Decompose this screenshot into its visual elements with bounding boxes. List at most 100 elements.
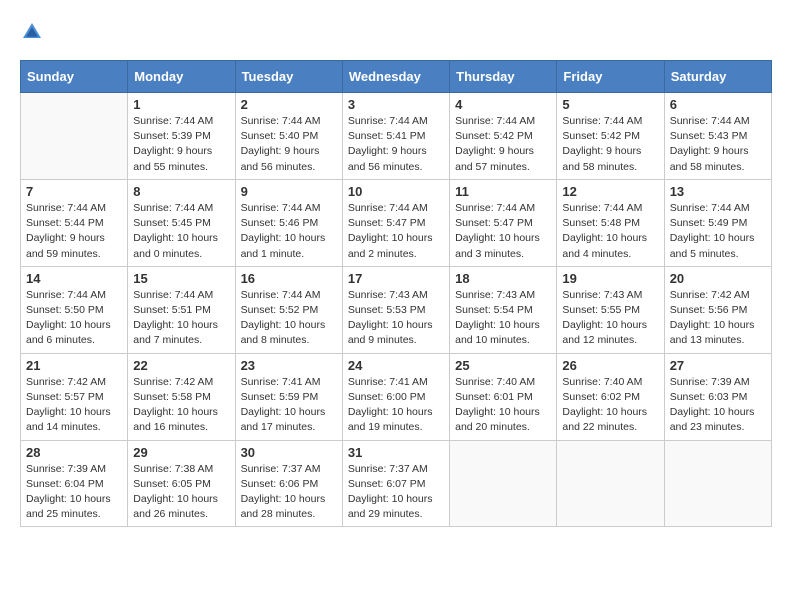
- day-number: 6: [670, 97, 766, 112]
- day-number: 19: [562, 271, 658, 286]
- day-info: Sunrise: 7:37 AM Sunset: 6:06 PM Dayligh…: [241, 462, 337, 523]
- calendar-cell: 15 Sunrise: 7:44 AM Sunset: 5:51 PM Dayli…: [128, 266, 235, 353]
- day-info: Sunrise: 7:44 AM Sunset: 5:49 PM Dayligh…: [670, 201, 766, 262]
- day-number: 5: [562, 97, 658, 112]
- calendar-cell: 29 Sunrise: 7:38 AM Sunset: 6:05 PM Dayli…: [128, 440, 235, 527]
- day-info: Sunrise: 7:42 AM Sunset: 5:58 PM Dayligh…: [133, 375, 229, 436]
- day-info: Sunrise: 7:44 AM Sunset: 5:51 PM Dayligh…: [133, 288, 229, 349]
- weekday-header-friday: Friday: [557, 61, 664, 93]
- calendar-table: SundayMondayTuesdayWednesdayThursdayFrid…: [20, 60, 772, 527]
- day-info: Sunrise: 7:41 AM Sunset: 6:00 PM Dayligh…: [348, 375, 444, 436]
- calendar-cell: 28 Sunrise: 7:39 AM Sunset: 6:04 PM Dayli…: [21, 440, 128, 527]
- day-number: 18: [455, 271, 551, 286]
- weekday-header-tuesday: Tuesday: [235, 61, 342, 93]
- weekday-header-thursday: Thursday: [450, 61, 557, 93]
- calendar-cell: 1Sunrise: 7:44 AM Sunset: 5:39 PM Daylig…: [128, 93, 235, 180]
- calendar-cell: 22Sunrise: 7:42 AM Sunset: 5:58 PM Dayli…: [128, 353, 235, 440]
- day-info: Sunrise: 7:44 AM Sunset: 5:44 PM Dayligh…: [26, 201, 122, 262]
- day-info: Sunrise: 7:43 AM Sunset: 5:54 PM Dayligh…: [455, 288, 551, 349]
- calendar-cell: 12 Sunrise: 7:44 AM Sunset: 5:48 PM Dayli…: [557, 179, 664, 266]
- week-row-3: 14 Sunrise: 7:44 AM Sunset: 5:50 PM Dayli…: [21, 266, 772, 353]
- day-number: 9: [241, 184, 337, 199]
- calendar-cell: 13 Sunrise: 7:44 AM Sunset: 5:49 PM Dayli…: [664, 179, 771, 266]
- day-number: 31: [348, 445, 444, 460]
- calendar-cell: [21, 93, 128, 180]
- week-row-1: 1Sunrise: 7:44 AM Sunset: 5:39 PM Daylig…: [21, 93, 772, 180]
- calendar-cell: 17 Sunrise: 7:43 AM Sunset: 5:53 PM Dayli…: [342, 266, 449, 353]
- day-number: 27: [670, 358, 766, 373]
- day-info: Sunrise: 7:42 AM Sunset: 5:56 PM Dayligh…: [670, 288, 766, 349]
- calendar-cell: [664, 440, 771, 527]
- day-info: Sunrise: 7:41 AM Sunset: 5:59 PM Dayligh…: [241, 375, 337, 436]
- calendar-cell: 10Sunrise: 7:44 AM Sunset: 5:47 PM Dayli…: [342, 179, 449, 266]
- weekday-header-wednesday: Wednesday: [342, 61, 449, 93]
- day-number: 30: [241, 445, 337, 460]
- week-row-5: 28 Sunrise: 7:39 AM Sunset: 6:04 PM Dayli…: [21, 440, 772, 527]
- day-info: Sunrise: 7:38 AM Sunset: 6:05 PM Dayligh…: [133, 462, 229, 523]
- day-info: Sunrise: 7:44 AM Sunset: 5:39 PM Dayligh…: [133, 114, 229, 175]
- day-number: 3: [348, 97, 444, 112]
- calendar-cell: 11 Sunrise: 7:44 AM Sunset: 5:47 PM Dayli…: [450, 179, 557, 266]
- day-number: 24: [348, 358, 444, 373]
- calendar-cell: 20 Sunrise: 7:42 AM Sunset: 5:56 PM Dayli…: [664, 266, 771, 353]
- day-number: 26: [562, 358, 658, 373]
- day-number: 12: [562, 184, 658, 199]
- calendar-cell: 30 Sunrise: 7:37 AM Sunset: 6:06 PM Dayli…: [235, 440, 342, 527]
- calendar-cell: 23 Sunrise: 7:41 AM Sunset: 5:59 PM Dayli…: [235, 353, 342, 440]
- day-info: Sunrise: 7:40 AM Sunset: 6:02 PM Dayligh…: [562, 375, 658, 436]
- day-number: 8: [133, 184, 229, 199]
- day-info: Sunrise: 7:44 AM Sunset: 5:42 PM Dayligh…: [562, 114, 658, 175]
- calendar-cell: [557, 440, 664, 527]
- week-row-2: 7 Sunrise: 7:44 AM Sunset: 5:44 PM Daylig…: [21, 179, 772, 266]
- calendar-cell: 31 Sunrise: 7:37 AM Sunset: 6:07 PM Dayli…: [342, 440, 449, 527]
- day-info: Sunrise: 7:43 AM Sunset: 5:53 PM Dayligh…: [348, 288, 444, 349]
- calendar-cell: 19 Sunrise: 7:43 AM Sunset: 5:55 PM Dayli…: [557, 266, 664, 353]
- day-number: 7: [26, 184, 122, 199]
- day-number: 11: [455, 184, 551, 199]
- day-info: Sunrise: 7:44 AM Sunset: 5:45 PM Dayligh…: [133, 201, 229, 262]
- day-number: 17: [348, 271, 444, 286]
- day-number: 14: [26, 271, 122, 286]
- page-header: [20, 20, 772, 44]
- calendar-cell: 3Sunrise: 7:44 AM Sunset: 5:41 PM Daylig…: [342, 93, 449, 180]
- day-number: 25: [455, 358, 551, 373]
- day-info: Sunrise: 7:44 AM Sunset: 5:52 PM Dayligh…: [241, 288, 337, 349]
- day-number: 21: [26, 358, 122, 373]
- day-info: Sunrise: 7:44 AM Sunset: 5:47 PM Dayligh…: [455, 201, 551, 262]
- weekday-header-saturday: Saturday: [664, 61, 771, 93]
- calendar-cell: 5 Sunrise: 7:44 AM Sunset: 5:42 PM Daylig…: [557, 93, 664, 180]
- day-number: 29: [133, 445, 229, 460]
- day-number: 4: [455, 97, 551, 112]
- day-info: Sunrise: 7:44 AM Sunset: 5:40 PM Dayligh…: [241, 114, 337, 175]
- calendar-cell: 9Sunrise: 7:44 AM Sunset: 5:46 PM Daylig…: [235, 179, 342, 266]
- day-info: Sunrise: 7:44 AM Sunset: 5:50 PM Dayligh…: [26, 288, 122, 349]
- calendar-cell: 2Sunrise: 7:44 AM Sunset: 5:40 PM Daylig…: [235, 93, 342, 180]
- calendar-cell: [450, 440, 557, 527]
- calendar-cell: 18 Sunrise: 7:43 AM Sunset: 5:54 PM Dayli…: [450, 266, 557, 353]
- day-number: 13: [670, 184, 766, 199]
- day-info: Sunrise: 7:44 AM Sunset: 5:42 PM Dayligh…: [455, 114, 551, 175]
- weekday-header-monday: Monday: [128, 61, 235, 93]
- day-number: 28: [26, 445, 122, 460]
- day-info: Sunrise: 7:44 AM Sunset: 5:47 PM Dayligh…: [348, 201, 444, 262]
- calendar-cell: 26 Sunrise: 7:40 AM Sunset: 6:02 PM Dayli…: [557, 353, 664, 440]
- logo: [20, 20, 48, 44]
- day-info: Sunrise: 7:37 AM Sunset: 6:07 PM Dayligh…: [348, 462, 444, 523]
- calendar-cell: 7 Sunrise: 7:44 AM Sunset: 5:44 PM Daylig…: [21, 179, 128, 266]
- calendar-cell: 25 Sunrise: 7:40 AM Sunset: 6:01 PM Dayli…: [450, 353, 557, 440]
- day-info: Sunrise: 7:42 AM Sunset: 5:57 PM Dayligh…: [26, 375, 122, 436]
- day-number: 23: [241, 358, 337, 373]
- day-number: 15: [133, 271, 229, 286]
- day-number: 20: [670, 271, 766, 286]
- day-info: Sunrise: 7:44 AM Sunset: 5:48 PM Dayligh…: [562, 201, 658, 262]
- day-number: 16: [241, 271, 337, 286]
- day-info: Sunrise: 7:43 AM Sunset: 5:55 PM Dayligh…: [562, 288, 658, 349]
- calendar-cell: 14 Sunrise: 7:44 AM Sunset: 5:50 PM Dayli…: [21, 266, 128, 353]
- day-info: Sunrise: 7:39 AM Sunset: 6:04 PM Dayligh…: [26, 462, 122, 523]
- weekday-header-sunday: Sunday: [21, 61, 128, 93]
- calendar-cell: 16 Sunrise: 7:44 AM Sunset: 5:52 PM Dayli…: [235, 266, 342, 353]
- calendar-cell: 24 Sunrise: 7:41 AM Sunset: 6:00 PM Dayli…: [342, 353, 449, 440]
- day-info: Sunrise: 7:40 AM Sunset: 6:01 PM Dayligh…: [455, 375, 551, 436]
- day-info: Sunrise: 7:44 AM Sunset: 5:43 PM Dayligh…: [670, 114, 766, 175]
- calendar-cell: 4 Sunrise: 7:44 AM Sunset: 5:42 PM Daylig…: [450, 93, 557, 180]
